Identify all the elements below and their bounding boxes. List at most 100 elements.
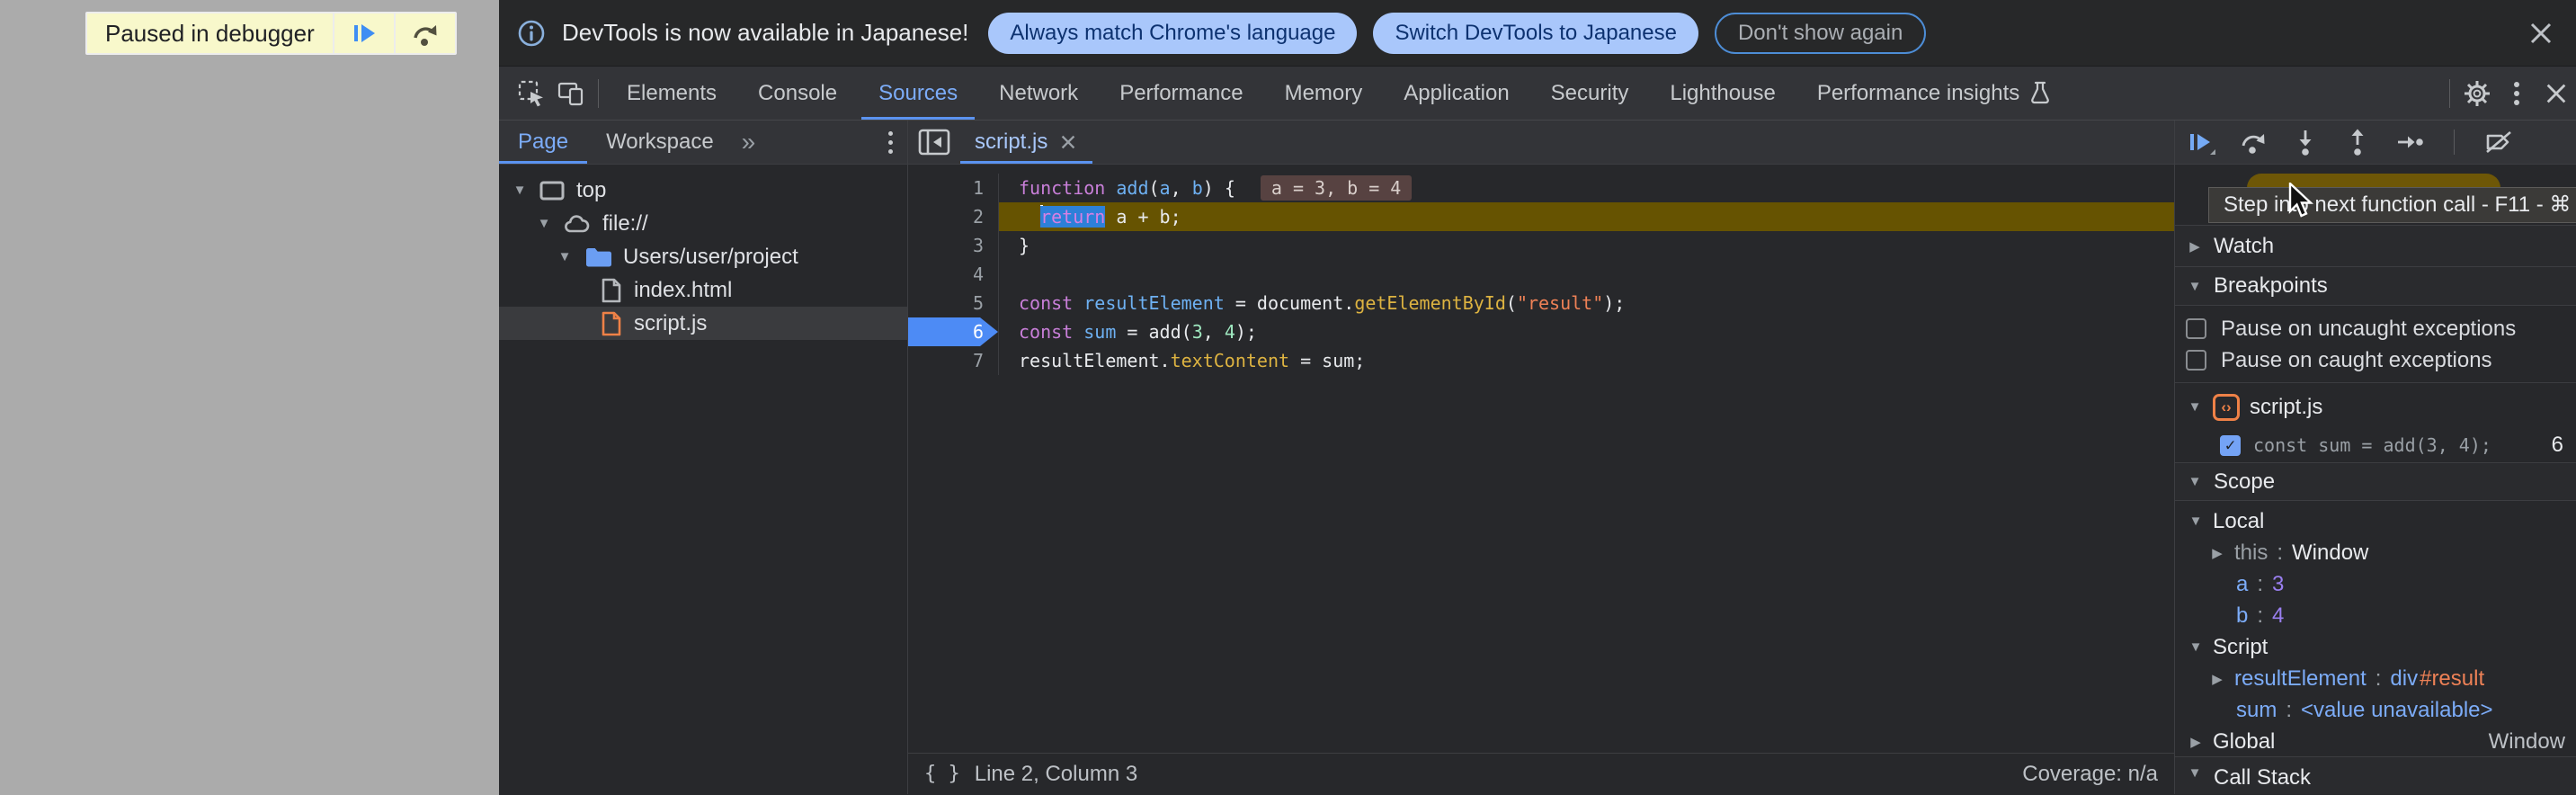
line-number[interactable]: 3 xyxy=(908,231,998,260)
scope-var-a[interactable]: a: 3 xyxy=(2175,568,2576,600)
dont-show-again-button[interactable]: Don't show again xyxy=(1715,13,1926,54)
step-out-icon[interactable] xyxy=(2342,127,2373,157)
expanded-triangle-icon[interactable]: ▼ xyxy=(2188,639,2204,655)
paused-banner-label: Paused in debugger xyxy=(87,13,333,53)
tree-item-project-folder[interactable]: ▼ Users/user/project xyxy=(499,240,907,273)
file-tree: ▼ top ▼ file:// ▼ Users/user/project ind… xyxy=(499,165,907,340)
breakpoint-marker[interactable]: 6 xyxy=(908,317,998,346)
device-toolbar-icon[interactable] xyxy=(551,67,591,120)
step-icon[interactable] xyxy=(2394,127,2425,157)
tab-network[interactable]: Network xyxy=(978,67,1099,120)
scope-script-row[interactable]: ▼ Script xyxy=(2175,631,2576,663)
collapsed-triangle-icon[interactable]: ▶ xyxy=(2209,671,2225,687)
code-lines: 1function add(a, b) {a = 3, b = 42 retur… xyxy=(908,174,2174,375)
collapsed-triangle-icon[interactable]: ▶ xyxy=(2188,734,2204,750)
pause-uncaught-checkbox[interactable] xyxy=(2186,318,2206,339)
tab-page[interactable]: Page xyxy=(499,121,587,164)
collapsed-triangle-icon[interactable]: ▶ xyxy=(2187,238,2203,255)
tree-item-label: script.js xyxy=(634,311,707,336)
tab-application[interactable]: Application xyxy=(1383,67,1529,120)
section-scope-label: Scope xyxy=(2214,469,2275,495)
cursor-position-label: Line 2, Column 3 xyxy=(975,762,1137,787)
tab-performance[interactable]: Performance xyxy=(1099,67,1263,120)
tab-elements[interactable]: Elements xyxy=(606,67,737,120)
line-number[interactable]: 5 xyxy=(908,289,998,317)
section-breakpoints[interactable]: ▼ Breakpoints xyxy=(2175,266,2576,305)
divider xyxy=(2454,130,2455,155)
inline-eval-badge: a = 3, b = 4 xyxy=(1261,175,1413,201)
breakpoint-entry-row[interactable]: ✓ const sum = add(3, 4); 6 xyxy=(2175,427,2576,463)
scope-global-row[interactable]: ▶ Global Window xyxy=(2175,726,2576,757)
flask-icon xyxy=(2028,81,2052,106)
resume-script-icon[interactable] xyxy=(2186,127,2216,157)
tab-lighthouse[interactable]: Lighthouse xyxy=(1649,67,1796,120)
var-name: resultElement xyxy=(2234,666,2367,692)
more-options-kebab-icon[interactable] xyxy=(2497,67,2536,120)
tree-item-index-html[interactable]: index.html xyxy=(499,273,907,307)
expanded-triangle-icon[interactable]: ▼ xyxy=(2187,765,2203,781)
script-file-icon: ‹› xyxy=(2213,394,2240,421)
code-line: 7resultElement.textContent = sum; xyxy=(908,346,2174,375)
settings-gear-icon[interactable] xyxy=(2457,67,2497,120)
line-number[interactable]: 4 xyxy=(908,260,998,289)
more-tabs-chevron-icon[interactable]: » xyxy=(733,128,765,156)
breakpoint-file-row[interactable]: ▼ ‹› script.js xyxy=(2175,387,2576,427)
expanded-triangle-icon[interactable]: ▼ xyxy=(2187,279,2203,294)
switch-to-japanese-button[interactable]: Switch DevTools to Japanese xyxy=(1373,13,1698,54)
code-text: } xyxy=(998,231,2174,260)
expand-triangle-icon[interactable]: ▼ xyxy=(557,249,573,264)
expanded-triangle-icon[interactable]: ▼ xyxy=(2187,399,2203,415)
line-number[interactable]: 7 xyxy=(908,346,998,375)
pause-uncaught-row[interactable]: Pause on uncaught exceptions xyxy=(2175,313,2576,344)
section-call-stack[interactable]: ▼ Call Stack xyxy=(2175,756,2576,794)
tab-console[interactable]: Console xyxy=(737,67,858,120)
var-value: <value unavailable> xyxy=(2301,698,2493,723)
breakpoint-checkbox[interactable]: ✓ xyxy=(2220,435,2241,456)
resume-icon xyxy=(350,19,379,48)
tree-item-script-js[interactable]: script.js xyxy=(499,307,907,340)
var-value: 4 xyxy=(2272,603,2284,629)
scope-var-resultelement[interactable]: ▶ resultElement: div#result xyxy=(2175,663,2576,694)
step-over-icon[interactable] xyxy=(2238,127,2268,157)
tab-workspace[interactable]: Workspace xyxy=(587,121,733,164)
section-watch[interactable]: ▶ Watch xyxy=(2175,225,2576,266)
tab-performance-insights[interactable]: Performance insights xyxy=(1796,67,2072,120)
scope-var-b[interactable]: b: 4 xyxy=(2175,600,2576,631)
collapsed-triangle-icon[interactable]: ▶ xyxy=(2209,545,2225,561)
editor-tab-script-js[interactable]: script.js xyxy=(960,121,1092,164)
expand-triangle-icon[interactable]: ▼ xyxy=(536,216,552,231)
pause-caught-checkbox[interactable] xyxy=(2186,350,2206,371)
notification-close-icon[interactable] xyxy=(2527,20,2554,47)
navigator-kebab-icon[interactable] xyxy=(874,131,907,154)
breakpoint-file-label: script.js xyxy=(2250,395,2322,420)
resume-script-button[interactable] xyxy=(334,13,394,53)
tab-sources[interactable]: Sources xyxy=(858,67,978,120)
deactivate-breakpoints-icon[interactable] xyxy=(2483,127,2514,157)
pause-caught-row[interactable]: Pause on caught exceptions xyxy=(2175,344,2576,376)
tab-memory[interactable]: Memory xyxy=(1264,67,1384,120)
inspect-element-icon[interactable] xyxy=(512,67,551,120)
line-number[interactable]: 1 xyxy=(908,174,998,202)
always-match-language-button[interactable]: Always match Chrome's language xyxy=(988,13,1357,54)
scope-local-row[interactable]: ▼ Local xyxy=(2175,505,2576,537)
step-into-icon[interactable] xyxy=(2290,127,2321,157)
tab-close-icon[interactable] xyxy=(1058,132,1078,152)
code-editor[interactable]: 1function add(a, b) {a = 3, b = 42 retur… xyxy=(908,165,2174,753)
scope-var-sum[interactable]: sum: <value unavailable> xyxy=(2175,694,2576,726)
pretty-print-icon[interactable]: { } xyxy=(924,763,960,785)
expanded-triangle-icon[interactable]: ▼ xyxy=(2188,514,2204,529)
tab-security[interactable]: Security xyxy=(1530,67,1650,120)
code-text xyxy=(998,260,2174,289)
tree-item-file-protocol[interactable]: ▼ file:// xyxy=(499,207,907,240)
expanded-triangle-icon[interactable]: ▼ xyxy=(2187,474,2203,489)
expand-triangle-icon[interactable]: ▼ xyxy=(512,183,528,198)
section-call-stack-label: Call Stack xyxy=(2214,765,2311,791)
devtools-close-icon[interactable] xyxy=(2536,67,2576,120)
step-over-button[interactable] xyxy=(396,13,455,53)
section-scope[interactable]: ▼ Scope xyxy=(2175,462,2576,500)
line-number[interactable]: 2 xyxy=(908,202,998,231)
tree-item-top[interactable]: ▼ top xyxy=(499,174,907,207)
scope-var-this[interactable]: ▶ this: Window xyxy=(2175,537,2576,568)
info-icon xyxy=(517,19,546,48)
toggle-navigator-icon[interactable] xyxy=(908,121,960,164)
